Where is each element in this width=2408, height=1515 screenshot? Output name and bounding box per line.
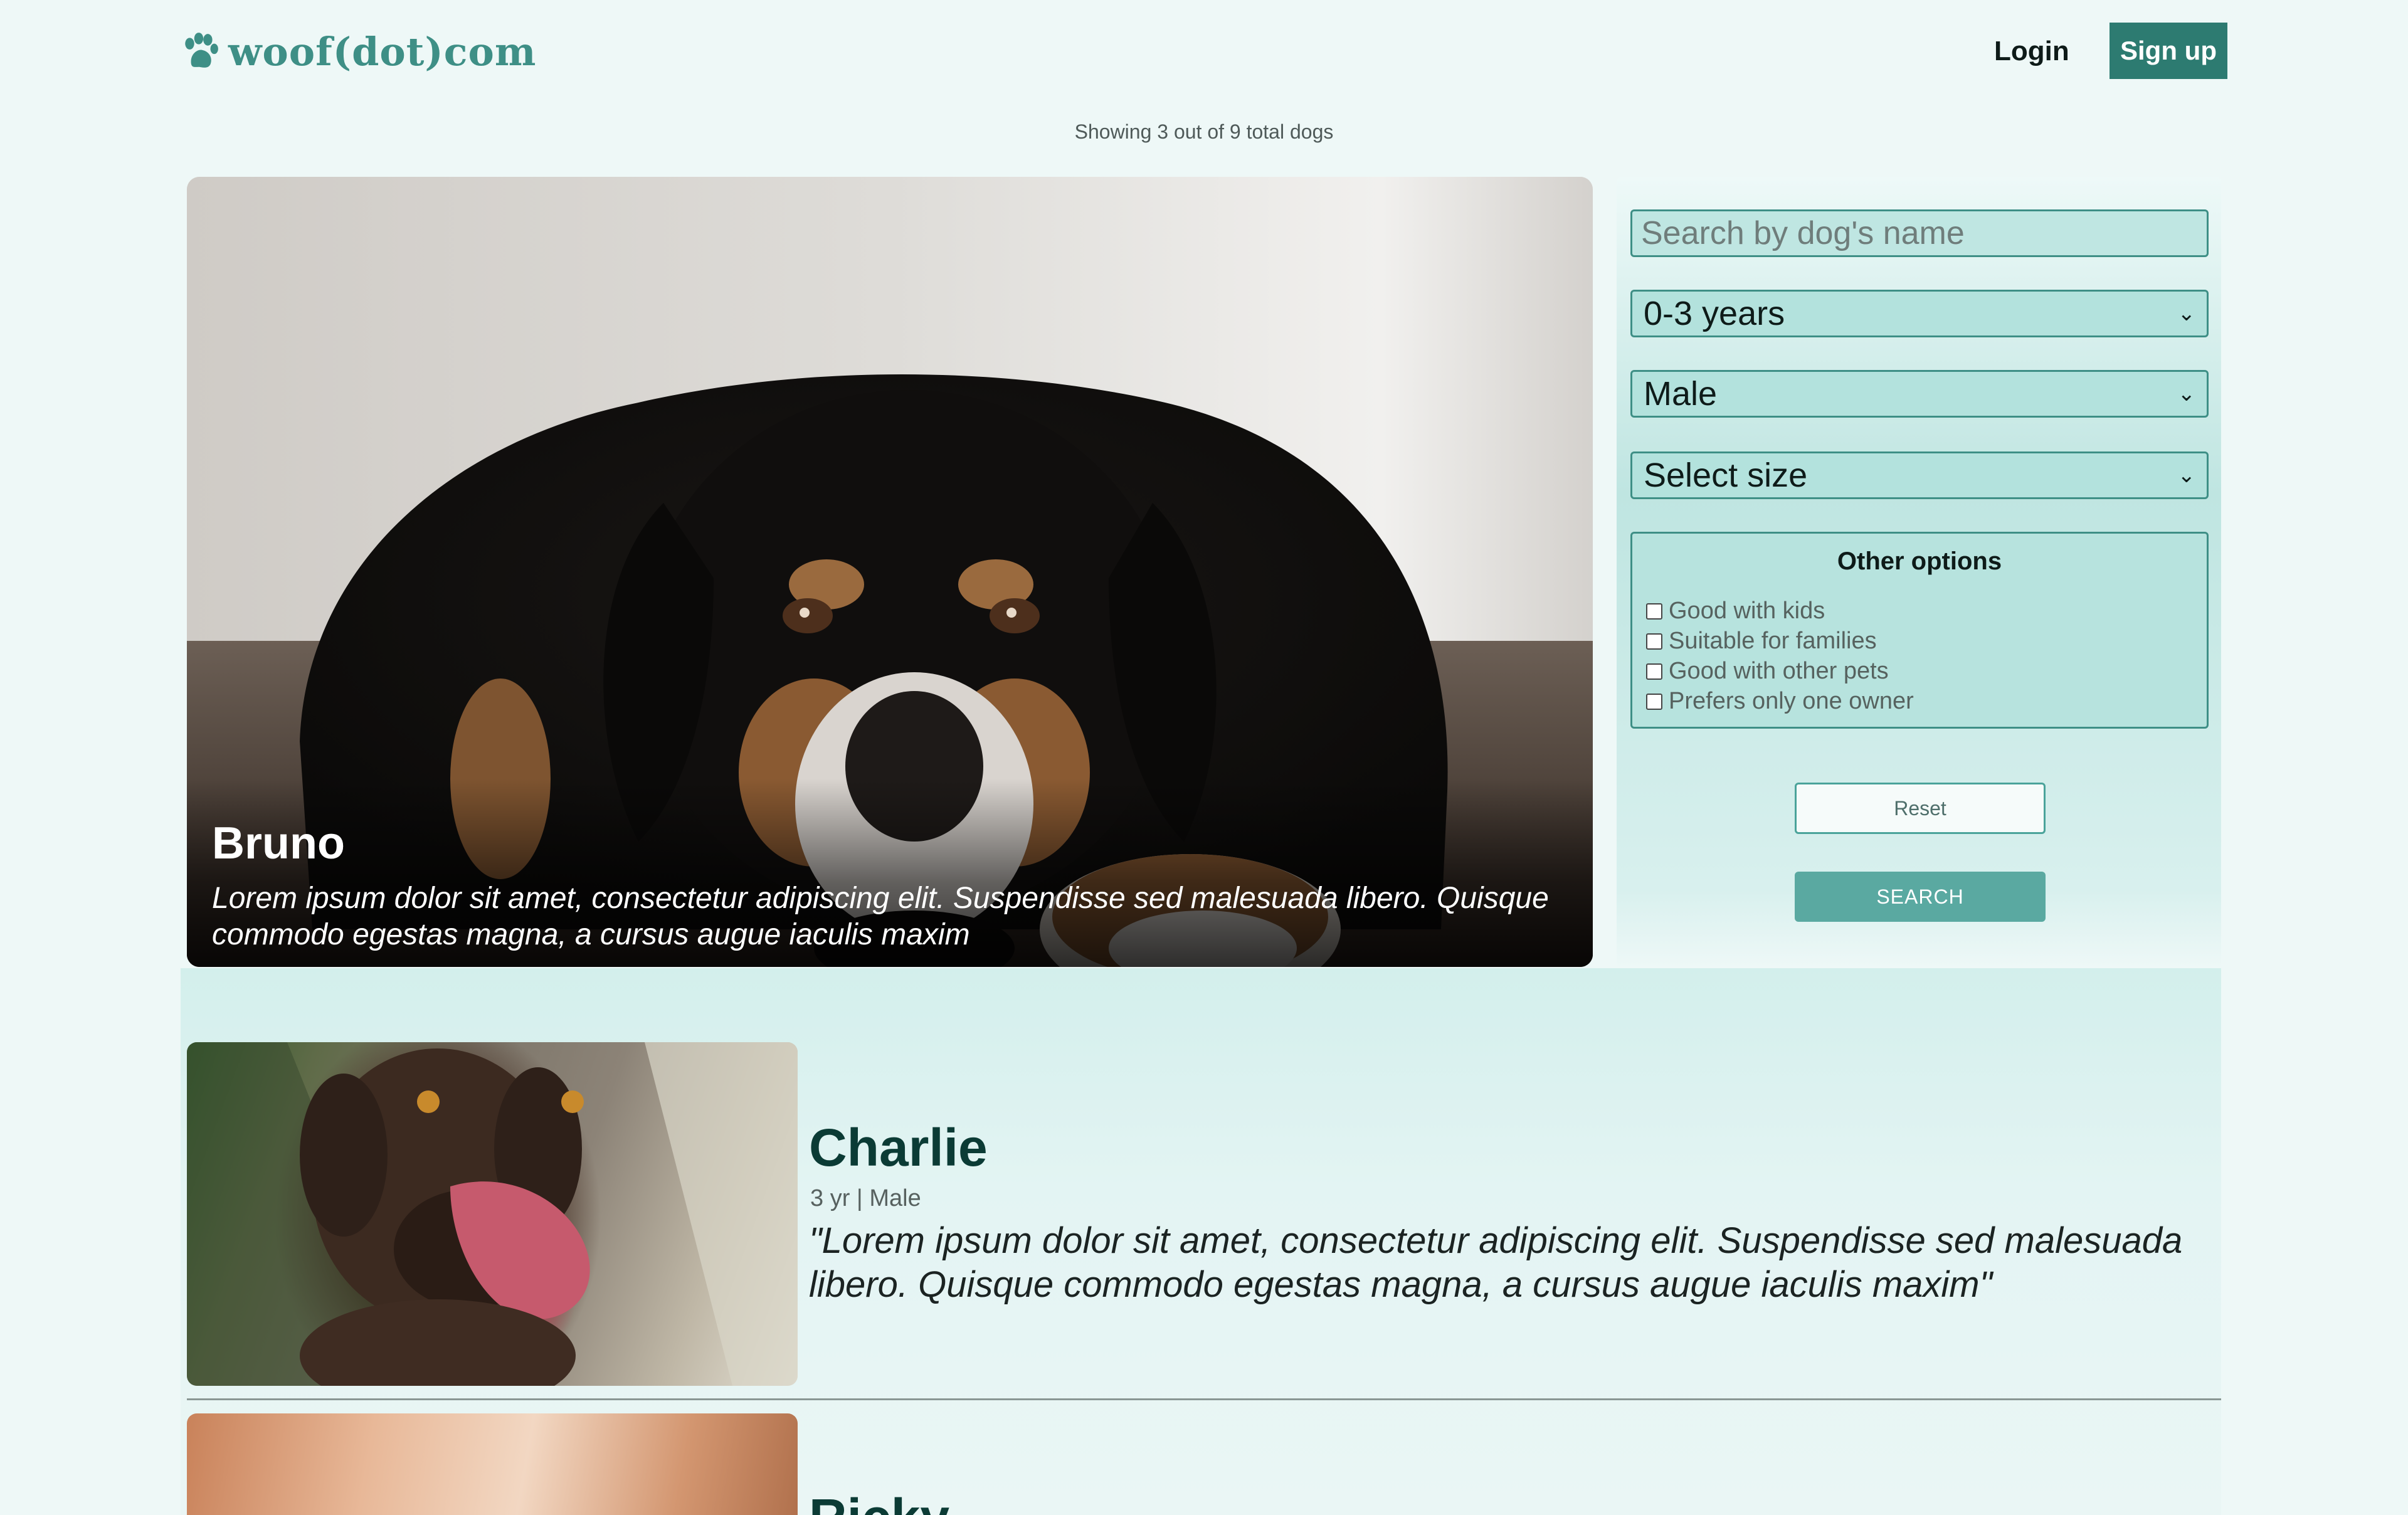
checkbox[interactable] bbox=[1646, 603, 1662, 620]
option-suitable-for-families[interactable]: Suitable for families bbox=[1646, 628, 1877, 655]
featured-dog-description: Lorem ipsum dolor sit amet, consectetur … bbox=[212, 882, 1549, 951]
dog-meta-charlie: 3 yr | Male bbox=[810, 1185, 921, 1211]
dog-quote-charlie: "Lorem ipsum dolor sit amet, consectetur… bbox=[809, 1220, 2183, 1305]
size-select-value: Select size bbox=[1644, 457, 1808, 494]
dog-photo-charlie[interactable] bbox=[187, 1042, 798, 1386]
option-good-with-kids[interactable]: Good with kids bbox=[1646, 598, 1825, 625]
option-label: Good with other pets bbox=[1669, 658, 1889, 684]
dog-name-charlie[interactable]: Charlie bbox=[809, 1117, 988, 1178]
brand-logo[interactable]: woof(dot)com bbox=[179, 28, 536, 75]
checkbox[interactable] bbox=[1646, 663, 1662, 680]
featured-dog-card[interactable]: Bruno Lorem ipsum dolor sit amet, consec… bbox=[187, 177, 1593, 967]
option-good-with-other-pets[interactable]: Good with other pets bbox=[1646, 658, 1889, 685]
checkbox[interactable] bbox=[1646, 693, 1662, 710]
size-select[interactable]: Select size ⌄ bbox=[1630, 451, 2209, 499]
search-button[interactable]: SEARCH bbox=[1795, 872, 2046, 922]
reset-button[interactable]: Reset bbox=[1795, 783, 2046, 834]
age-select-value: 0-3 years bbox=[1644, 295, 1785, 332]
gender-select-value: Male bbox=[1644, 375, 1718, 413]
site-header: woof(dot)com Login Sign up bbox=[0, 0, 2408, 107]
login-link[interactable]: Login bbox=[1994, 31, 2069, 71]
option-label: Suitable for families bbox=[1669, 628, 1877, 654]
chevron-down-icon: ⌄ bbox=[2177, 463, 2196, 487]
featured-dog-name: Bruno bbox=[212, 818, 345, 868]
signup-button[interactable]: Sign up bbox=[2110, 23, 2227, 79]
gender-select[interactable]: Male ⌄ bbox=[1630, 370, 2209, 418]
option-prefers-one-owner[interactable]: Prefers only one owner bbox=[1646, 688, 1914, 715]
dog-photo-image bbox=[187, 1042, 798, 1386]
checkbox[interactable] bbox=[1646, 633, 1662, 650]
dog-photo-ricky[interactable] bbox=[187, 1413, 798, 1515]
list-divider bbox=[187, 1398, 2221, 1400]
paw-icon bbox=[185, 33, 218, 68]
other-options-title: Other options bbox=[1837, 547, 2002, 575]
chevron-down-icon: ⌄ bbox=[2177, 382, 2196, 406]
dog-name-ricky[interactable]: Ricky bbox=[809, 1487, 949, 1515]
chevron-down-icon: ⌄ bbox=[2177, 302, 2196, 325]
other-options-box: Other options Good with kids Suitable fo… bbox=[1630, 532, 2209, 729]
results-count: Showing 3 out of 9 total dogs bbox=[1074, 120, 1334, 143]
brand-name: woof(dot)com bbox=[228, 28, 537, 75]
dog-name-search-input[interactable] bbox=[1630, 209, 2209, 257]
option-label: Prefers only one owner bbox=[1669, 688, 1914, 714]
option-label: Good with kids bbox=[1669, 598, 1825, 624]
age-select[interactable]: 0-3 years ⌄ bbox=[1630, 290, 2209, 337]
